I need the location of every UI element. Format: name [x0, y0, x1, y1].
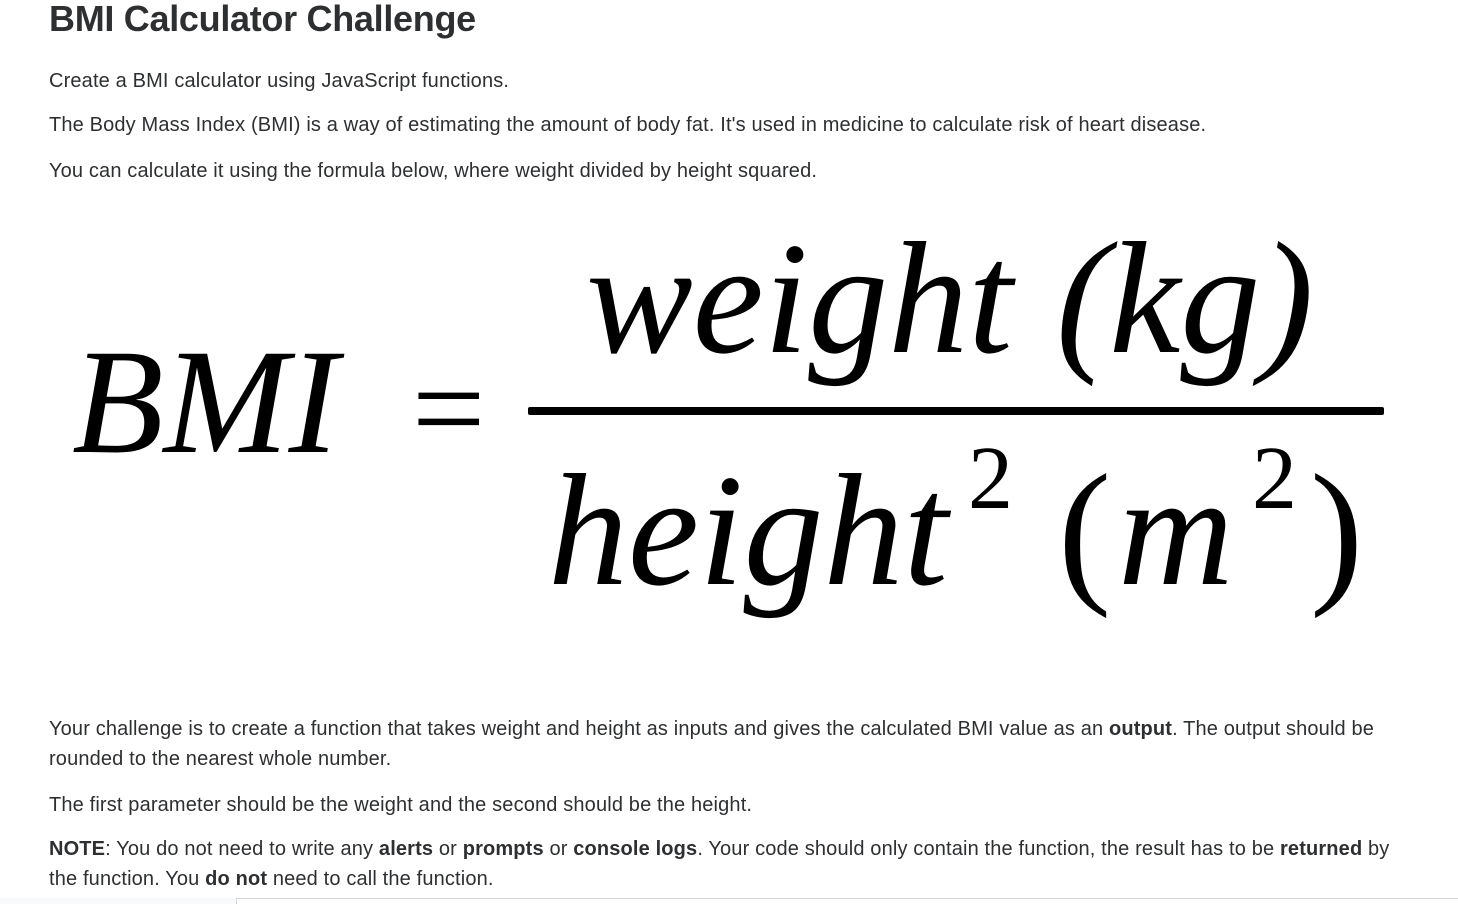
note-label: NOTE [49, 838, 106, 860]
formula-bmi-label: BMI [72, 319, 345, 485]
formula-unit-close-paren: ) [1310, 441, 1363, 619]
note-prompts: prompts [462, 838, 544, 860]
formula-unit-meters: m [1118, 441, 1234, 619]
bottom-panel-edge [0, 898, 237, 904]
formula-unit-exponent: 2 [1252, 429, 1297, 528]
note-alerts: alerts [378, 838, 434, 860]
note-paragraph: NOTE: You do not need to write any alert… [49, 834, 1409, 894]
formula-equals-sign: = [412, 337, 485, 481]
note-text-6: need to call the function. [267, 868, 494, 890]
formula-denominator-height: height [548, 441, 951, 619]
note-text-2: or [433, 838, 463, 860]
note-text-3: or [543, 838, 574, 860]
note-do-not: do not [205, 868, 268, 890]
formula-fraction-bar [528, 407, 1384, 415]
challenge-description: Your challenge is to create a function t… [49, 714, 1409, 774]
note-console-logs: console logs [573, 838, 698, 860]
bmi-formula-image: BMI = weight (kg) height 2 ( m 2 ) [0, 0, 1458, 700]
challenge-text-1: Your challenge is to create a function t… [49, 718, 1109, 740]
formula-numerator-unit: (kg) [1056, 209, 1314, 387]
formula-numerator-weight: weight [586, 209, 1016, 387]
note-text-1: : You do not need to write any [105, 838, 379, 860]
challenge-output-bold: output [1109, 718, 1173, 740]
note-returned: returned [1279, 838, 1363, 860]
note-text-4: . Your code should only contain the func… [697, 838, 1280, 860]
parameters-description: The first parameter should be the weight… [49, 794, 753, 816]
formula-unit-open-paren: ( [1058, 441, 1111, 619]
formula-height-exponent: 2 [968, 429, 1013, 528]
